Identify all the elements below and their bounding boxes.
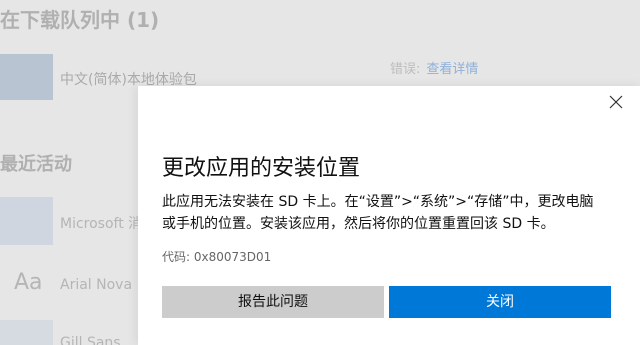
close-button[interactable]: 关闭	[389, 286, 611, 318]
error-dialog: 更改应用的安装位置 此应用无法安装在 SD 卡上。在“设置”>“系统”>“存储”…	[138, 86, 640, 345]
dialog-title: 更改应用的安装位置	[162, 156, 361, 181]
download-item-status-label: 错误:	[390, 62, 421, 77]
dialog-message-line: 或手机的位置。安装该应用，然后将你的位置重置回该 SD 卡。	[162, 216, 555, 232]
app-tile-icon	[0, 54, 53, 100]
error-code: 代码: 0x80073D01	[162, 250, 272, 264]
app-tile-icon	[0, 197, 53, 245]
dialog-close-button[interactable]	[608, 94, 624, 110]
report-problem-button[interactable]: 报告此问题	[162, 286, 384, 318]
font-preview-icon: Aa	[14, 270, 43, 295]
recent-item-name[interactable]: Arial Nova	[60, 277, 132, 293]
recent-title: 最近活动	[0, 154, 72, 175]
queue-title: 在下载队列中 (1)	[0, 8, 160, 32]
dialog-message: 此应用无法安装在 SD 卡上。在“设置”>“系统”>“存储”中，更改电脑 或手机…	[162, 191, 617, 235]
app-tile-icon	[0, 320, 53, 345]
dialog-message-line: 此应用无法安装在 SD 卡上。在“设置”>“系统”>“存储”中，更改电脑	[162, 194, 594, 210]
recent-item-name[interactable]: Gill Sans	[60, 335, 121, 345]
recent-item-name[interactable]: Microsoft 消	[60, 213, 142, 233]
download-item-status: 错误: 查看详情	[390, 58, 478, 77]
download-item-details-link[interactable]: 查看详情	[426, 62, 478, 77]
close-icon	[609, 95, 623, 109]
